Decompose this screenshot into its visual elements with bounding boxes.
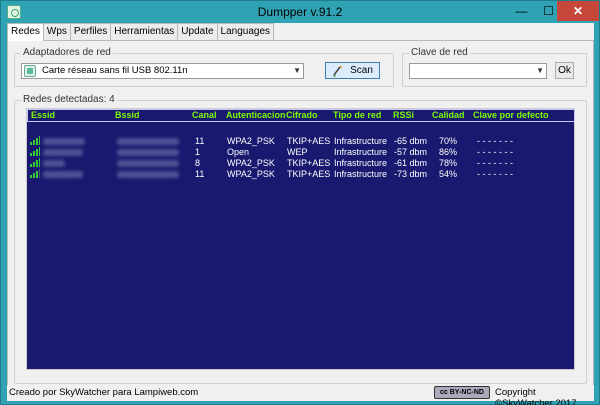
cell-key: - - - - - - - — [477, 169, 513, 179]
tab-panel-redes: Adaptadores de red Carte réseau sans fil… — [7, 40, 594, 388]
cell-auth: Open — [227, 147, 250, 157]
cell-canal: 1 — [195, 147, 201, 157]
scan-button-label: Scan — [350, 65, 373, 76]
cell-quality: 54% — [439, 169, 458, 179]
cell-rssi: -65 dbm — [394, 136, 428, 146]
bssid-redacted — [117, 170, 179, 180]
essid-redacted — [43, 148, 83, 158]
col-tipo-de-red[interactable]: Tipo de red — [333, 110, 381, 120]
essid-redacted — [43, 159, 65, 169]
cell-type: Infrastructure — [334, 147, 388, 157]
tab-languages[interactable]: Languages — [216, 23, 275, 40]
cell-quality: 78% — [439, 158, 458, 168]
scan-button[interactable]: Scan — [325, 62, 380, 79]
essid-redacted — [43, 137, 85, 147]
signal-strength-icon — [30, 147, 40, 156]
network-adapter-icon — [24, 65, 36, 77]
bssid-redacted — [117, 159, 179, 169]
key-group-label: Clave de red — [409, 47, 470, 58]
cell-canal: 8 — [195, 158, 201, 168]
tab-herramientas[interactable]: Herramientas — [110, 23, 179, 40]
status-bar: Creado por SkyWatcher para Lampiweb.com … — [7, 385, 594, 405]
networks-table-header: Essid Bssid Canal Autenticacion Cifrado … — [27, 109, 575, 122]
signal-strength-icon — [30, 136, 40, 145]
app-window: Dumpper v.91.2 — ☐ ✕ Redes Wps Perfiles … — [0, 0, 600, 405]
networks-table[interactable]: Essid Bssid Canal Autenticacion Cifrado … — [26, 108, 575, 370]
cell-cipher: WEP — [287, 147, 308, 157]
client-area: Redes Wps Perfiles Herramientas Update L… — [7, 23, 594, 400]
cell-quality: 70% — [439, 136, 458, 146]
col-canal[interactable]: Canal — [192, 110, 217, 120]
cell-cipher: TKIP+AES — [287, 158, 331, 168]
col-bssid[interactable]: Bssid — [115, 110, 140, 120]
col-cifrado[interactable]: Cifrado — [286, 110, 318, 120]
col-autenticacion[interactable]: Autenticacion — [226, 110, 286, 120]
signal-strength-icon — [30, 158, 40, 167]
chevron-down-icon[interactable]: ▼ — [536, 64, 544, 78]
cc-license-badge[interactable]: cc BY-NC-ND — [434, 386, 490, 399]
credit-text: Creado por SkyWatcher para Lampiweb.com — [9, 387, 199, 398]
table-row[interactable]: 11 WPA2_PSK TKIP+AES Infrastructure -73 … — [27, 169, 575, 179]
essid-redacted — [43, 170, 83, 180]
cell-auth: WPA2_PSK — [227, 169, 275, 179]
tab-strip: Redes Wps Perfiles Herramientas Update L… — [7, 23, 275, 41]
cell-key: - - - - - - - — [477, 136, 513, 146]
table-row[interactable]: 11 WPA2_PSK TKIP+AES Infrastructure -65 … — [27, 136, 575, 146]
bssid-redacted — [117, 148, 179, 158]
networks-group-label: Redes detectadas: 4 — [21, 94, 117, 105]
key-select[interactable]: ▼ — [409, 63, 547, 79]
title-bar[interactable]: Dumpper v.91.2 — ☐ ✕ — [1, 1, 599, 23]
adapter-select-value: Carte réseau sans fil USB 802.11n — [42, 65, 188, 76]
col-calidad[interactable]: Calidad — [432, 110, 465, 120]
signal-strength-icon — [30, 169, 40, 178]
cell-rssi: -73 dbm — [394, 169, 428, 179]
close-button[interactable]: ✕ — [557, 1, 599, 21]
tab-perfiles[interactable]: Perfiles — [69, 23, 112, 40]
cell-auth: WPA2_PSK — [227, 136, 275, 146]
minimize-button[interactable]: — — [508, 1, 535, 21]
tab-wps[interactable]: Wps — [42, 23, 71, 40]
cell-type: Infrastructure — [334, 169, 388, 179]
cell-canal: 11 — [195, 169, 205, 179]
col-rssi[interactable]: RSSi — [393, 110, 414, 120]
adapters-group-label: Adaptadores de red — [21, 47, 113, 58]
cell-type: Infrastructure — [334, 158, 388, 168]
cell-canal: 11 — [195, 136, 205, 146]
cell-rssi: -61 dbm — [394, 158, 428, 168]
chevron-down-icon[interactable]: ▼ — [293, 64, 301, 78]
cell-key: - - - - - - - — [477, 158, 513, 168]
copyright-text: Copyright ©SkyWatcher 2017 — [495, 387, 577, 405]
adapters-group: Adaptadores de red Carte réseau sans fil… — [14, 47, 394, 87]
table-row[interactable]: 1 Open WEP Infrastructure -57 dbm 86% - … — [27, 147, 575, 157]
ok-button[interactable]: Ok — [555, 62, 574, 79]
cell-quality: 86% — [439, 147, 458, 157]
cell-cipher: TKIP+AES — [287, 136, 331, 146]
bssid-redacted — [117, 137, 179, 147]
cell-auth: WPA2_PSK — [227, 158, 275, 168]
tab-redes[interactable]: Redes — [7, 23, 44, 41]
col-clave-por-defecto[interactable]: Clave por defecto — [473, 110, 549, 120]
adapter-select[interactable]: Carte réseau sans fil USB 802.11n ▼ — [21, 63, 304, 79]
cell-type: Infrastructure — [334, 136, 388, 146]
key-group: Clave de red ▼ Ok — [402, 47, 587, 87]
cell-key: - - - - - - - — [477, 147, 513, 157]
col-essid[interactable]: Essid — [31, 110, 55, 120]
table-row[interactable]: 8 WPA2_PSK TKIP+AES Infrastructure -61 d… — [27, 158, 575, 168]
cell-rssi: -57 dbm — [394, 147, 428, 157]
scan-icon — [333, 66, 342, 77]
cell-cipher: TKIP+AES — [287, 169, 331, 179]
tab-update[interactable]: Update — [177, 23, 218, 40]
